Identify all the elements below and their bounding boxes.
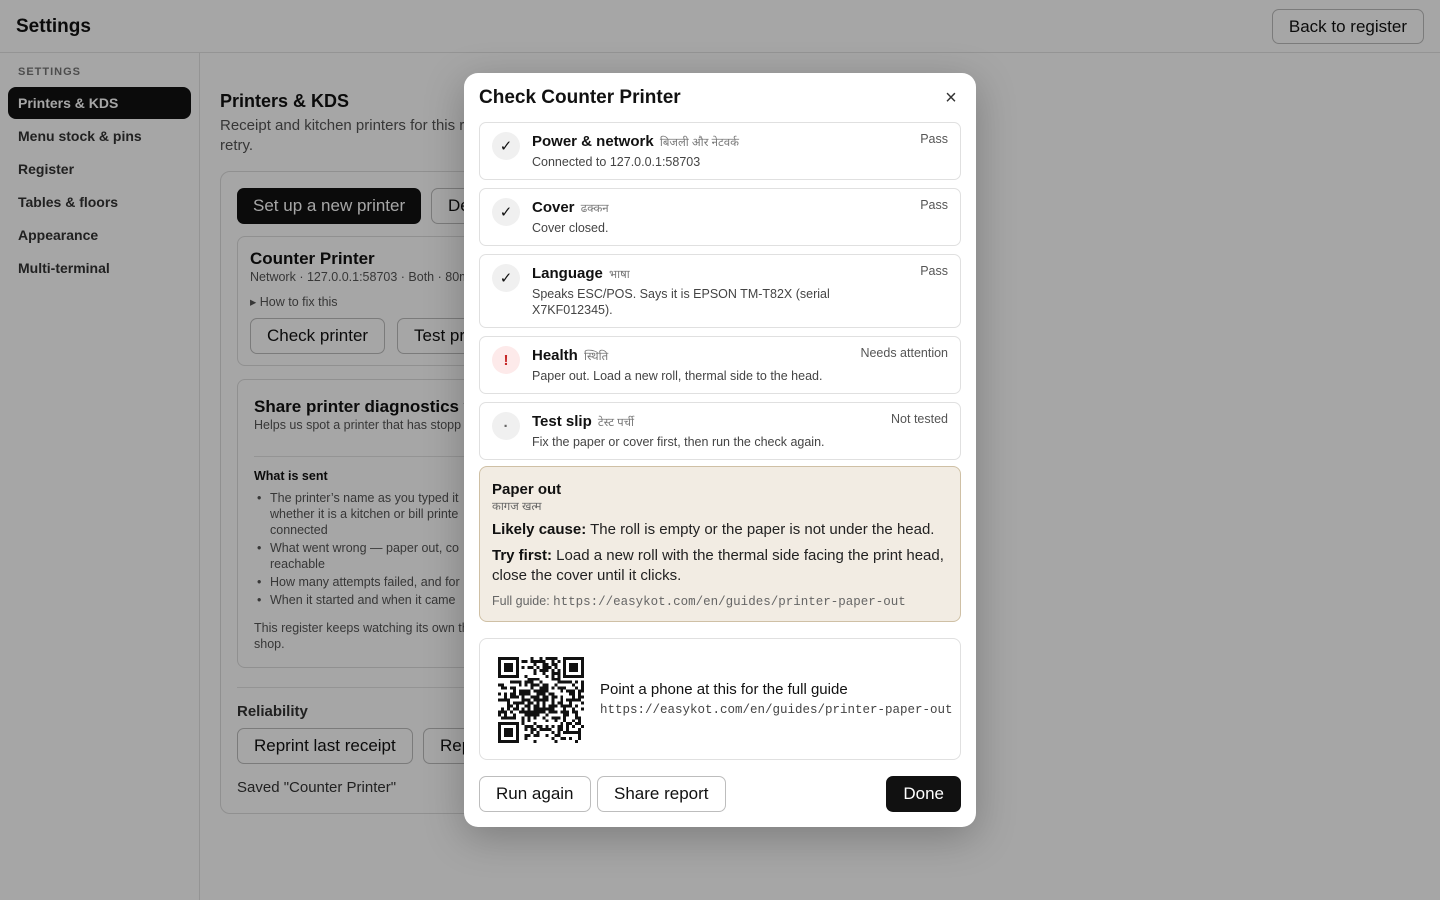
qr-guide-card: Point a phone at this for the full guide… xyxy=(479,638,961,760)
check-status: Needs attention xyxy=(860,346,948,360)
check-detail: Speaks ESC/POS. Says it is EPSON TM-T82X… xyxy=(532,287,830,317)
warning-icon: ! xyxy=(492,346,520,374)
check-detail: Connected to 127.0.0.1:58703 xyxy=(532,155,701,169)
check-name: Language भाषा xyxy=(532,264,948,285)
check-name-text: Cover xyxy=(532,199,575,216)
dialog-title: Check Counter Printer xyxy=(479,87,681,108)
check-name: Cover ढक्कन xyxy=(532,198,948,219)
full-guide: Full guide: https://easykot.com/en/guide… xyxy=(492,594,948,609)
check-name-text: Power & network xyxy=(532,133,654,150)
check-row-cover: ✓ Cover ढक्कन Cover closed. Pass xyxy=(479,188,961,246)
check-status: Not tested xyxy=(891,412,948,426)
check-detail: Cover closed. xyxy=(532,221,609,235)
checkmark-icon: ✓ xyxy=(492,198,520,226)
check-status: Pass xyxy=(920,264,948,278)
checkmark-icon: ✓ xyxy=(492,132,520,160)
check-status: Pass xyxy=(920,198,948,212)
paper-out-help-card: Paper out कागज खत्म Likely cause: The ro… xyxy=(479,466,961,622)
checkmark-icon: ✓ xyxy=(492,264,520,292)
check-name-hindi: टेस्ट पर्ची xyxy=(597,417,634,429)
check-status: Pass xyxy=(920,132,948,146)
check-name-hindi: ढक्कन xyxy=(580,203,609,215)
check-name-hindi: भाषा xyxy=(609,269,630,281)
help-subtitle-hindi: कागज खत्म xyxy=(492,501,542,513)
likely-cause: Likely cause: The roll is empty or the p… xyxy=(492,520,948,540)
check-name: Power & network बिजली और नेटवर्क xyxy=(532,132,948,153)
run-again-button[interactable]: Run again xyxy=(479,776,591,812)
likely-cause-label: Likely cause: xyxy=(492,521,587,538)
try-first: Try first: Load a new roll with the ther… xyxy=(492,546,948,586)
pending-dot-icon: · xyxy=(492,412,520,440)
qr-title: Point a phone at this for the full guide xyxy=(600,681,848,698)
close-icon[interactable]: × xyxy=(940,87,962,109)
full-guide-link[interactable]: https://easykot.com/en/guides/printer-pa… xyxy=(553,595,906,609)
check-row-health: ! Health स्थिति Paper out. Load a new ro… xyxy=(479,336,961,394)
check-row-language: ✓ Language भाषा Speaks ESC/POS. Says it … xyxy=(479,254,961,328)
check-printer-dialog: Check Counter Printer × ✓ Power & networ… xyxy=(464,73,976,827)
likely-cause-text: The roll is empty or the paper is not un… xyxy=(586,521,935,538)
check-detail: Paper out. Load a new roll, thermal side… xyxy=(532,369,823,383)
check-row-power: ✓ Power & network बिजली और नेटवर्क Conne… xyxy=(479,122,961,180)
check-name-text: Language xyxy=(532,265,603,282)
full-guide-label: Full guide: xyxy=(492,594,554,608)
check-detail: Fix the paper or cover first, then run t… xyxy=(532,435,825,449)
help-title: Paper out xyxy=(492,481,562,498)
check-name-text: Test slip xyxy=(532,413,592,430)
done-button[interactable]: Done xyxy=(886,776,961,812)
check-name-hindi: बिजली और नेटवर्क xyxy=(659,137,739,149)
qr-code-icon xyxy=(498,657,584,743)
share-report-button[interactable]: Share report xyxy=(597,776,726,812)
try-first-label: Try first: xyxy=(492,547,553,564)
check-name-hindi: स्थिति xyxy=(584,351,609,363)
check-list: ✓ Power & network बिजली और नेटवर्क Conne… xyxy=(479,122,961,468)
check-name: Test slip टेस्ट पर्ची xyxy=(532,412,948,433)
check-row-test-slip: · Test slip टेस्ट पर्ची Fix the paper or… xyxy=(479,402,961,460)
check-name-text: Health xyxy=(532,347,578,364)
try-first-text: Load a new roll with the thermal side fa… xyxy=(492,547,944,584)
qr-url[interactable]: https://easykot.com/en/guides/printer-pa… xyxy=(600,703,953,717)
